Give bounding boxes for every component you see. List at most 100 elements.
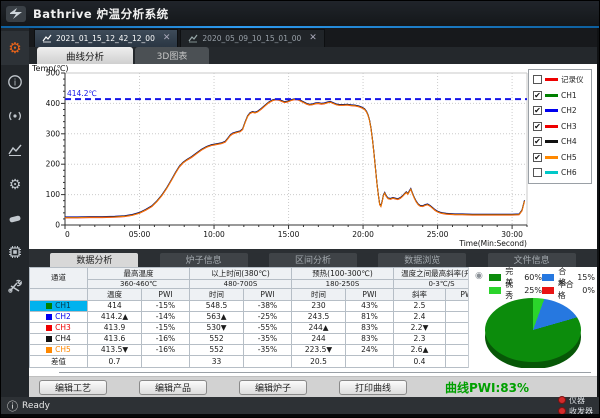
svg-text:0: 0 xyxy=(65,230,70,239)
legend-item-CH6[interactable]: CH6 xyxy=(533,165,591,181)
col-channel: 通道 xyxy=(30,267,88,288)
table-row[interactable]: CH3413.9-15%530▼-55%244▲83%2.2▼ xyxy=(30,322,470,333)
channel-color-square xyxy=(46,314,52,320)
close-icon[interactable]: ✕ xyxy=(309,33,317,43)
channel-cell[interactable]: CH5 xyxy=(30,344,88,355)
channel-data-table: 通道最高温度以上时间(380℃)预热(100-300℃)温度之间最高斜率(升温)… xyxy=(29,267,469,368)
curve-pwi-label: 曲线PWI:83% xyxy=(445,379,529,396)
sidebar-item-chip[interactable] xyxy=(1,235,29,269)
col-range-2: 180-250S xyxy=(292,279,394,288)
pwi-pie-area: ◉完美60%合格15%优秀25%不合格0% xyxy=(469,267,597,368)
sidebar-item-tools[interactable] xyxy=(1,269,29,303)
analysis-tab-4[interactable]: 文件信息 xyxy=(488,253,576,267)
close-icon[interactable]: ✕ xyxy=(163,33,171,43)
channel-cell[interactable]: CH1 xyxy=(30,300,88,311)
channel-name: CH1 xyxy=(55,301,71,310)
channel-cell[interactable]: CH2 xyxy=(30,311,88,322)
legend-color-swatch xyxy=(545,156,558,159)
analysis-tab-3[interactable]: 数据浏览 xyxy=(378,253,466,267)
checkbox-icon[interactable]: ✔ xyxy=(533,153,542,162)
value-cell: 548.5 xyxy=(190,300,244,311)
value-cell: 0.7 xyxy=(88,355,142,367)
analysis-tab-1[interactable]: 炉子信息 xyxy=(160,253,248,267)
channel-color-square xyxy=(46,303,52,309)
temperature-chart[interactable]: 0100200300400500005:0010:0015:0020:0025:… xyxy=(29,64,531,249)
table-header-ranges: 360-460℃480-700S180-250S0-3℃/S xyxy=(30,279,470,288)
table-row[interactable]: CH1414-15%548.5-38%23043%2.5 xyxy=(30,300,470,311)
info-icon: i xyxy=(7,74,23,90)
pwi-pie-chart xyxy=(485,298,581,376)
checkbox-icon[interactable]: ✔ xyxy=(533,106,542,115)
svg-text:15:00: 15:00 xyxy=(278,230,300,239)
channel-cell[interactable]: CH3 xyxy=(30,322,88,333)
svg-text:i: i xyxy=(14,78,17,88)
pie-legend-value: 15% xyxy=(577,273,595,282)
sidebar-item-wireless[interactable] xyxy=(1,99,29,133)
file-tab-0[interactable]: 2021_01_15_12_42_12_00✕ xyxy=(34,29,178,47)
checkbox-icon[interactable]: ✔ xyxy=(533,91,542,100)
sidebar-item-recorder[interactable] xyxy=(1,201,29,235)
file-tab-bar: 2021_01_15_12_42_12_00✕2020_05_09_10_15_… xyxy=(29,28,597,47)
legend-item-CH5[interactable]: ✔CH5 xyxy=(533,150,591,166)
channel-cell[interactable]: 差值 xyxy=(30,355,88,367)
table-row[interactable]: CH5413.5▼-16%552-35%223.5▼24%2.6▲ xyxy=(30,344,470,355)
curve-icon xyxy=(7,142,23,158)
status-indicator-0: 仪器 xyxy=(558,395,593,406)
svg-text:05:00: 05:00 xyxy=(129,230,151,239)
col-group-1: 以上时间(380℃) xyxy=(190,267,292,279)
action-button-0[interactable]: 编辑工艺 xyxy=(39,380,107,395)
action-button-1[interactable]: 编辑产品 xyxy=(139,380,207,395)
sidebar-item-settings-gear[interactable]: ⚙ xyxy=(1,167,29,201)
analysis-tab-0[interactable]: 数据分析 xyxy=(50,253,138,267)
legend-label: 记录仪 xyxy=(561,74,584,85)
pie-legend: ◉完美60%合格15%优秀25%不合格0% xyxy=(475,271,595,297)
col-sub: PWI xyxy=(446,288,470,300)
pie-legend-item-不合格: 不合格0% xyxy=(542,284,595,297)
value-cell: 20.5 xyxy=(292,355,346,367)
sidebar-item-info[interactable]: i xyxy=(1,65,29,99)
legend-item-CH3[interactable]: ✔CH3 xyxy=(533,119,591,135)
table-row[interactable]: CH4413.6-16%552-35%24483%2.3 xyxy=(30,333,470,344)
file-tab-label: 2020_05_09_10_15_01_00 xyxy=(202,34,301,43)
legend-item-CH4[interactable]: ✔CH4 xyxy=(533,134,591,150)
legend-color-swatch xyxy=(545,171,558,174)
channel-cell[interactable]: CH4 xyxy=(30,333,88,344)
value-cell: 413.5▼ xyxy=(88,344,142,355)
legend-item-记录仪[interactable]: 记录仪 xyxy=(533,72,591,88)
pie-legend-swatch xyxy=(542,287,554,294)
analysis-area: 通道最高温度以上时间(380℃)预热(100-300℃)温度之间最高斜率(升温)… xyxy=(29,267,597,368)
legend-item-CH2[interactable]: ✔CH2 xyxy=(533,103,591,119)
curve-file-icon xyxy=(42,34,52,43)
table-scroll-strip[interactable] xyxy=(29,368,597,377)
channel-color-square xyxy=(46,336,52,342)
analysis-tab-2[interactable]: 区间分析 xyxy=(269,253,357,267)
pie-3d-top xyxy=(485,298,581,362)
pwi-cell xyxy=(244,355,292,367)
action-button-3[interactable]: 打印曲线 xyxy=(339,380,407,395)
view-tab-1[interactable]: 3D图表 xyxy=(135,47,209,64)
table-row[interactable]: CH2414.2▲-14%563▲-25%243.581%2.4 xyxy=(30,311,470,322)
pwi-cell: 24% xyxy=(346,344,394,355)
value-cell: 414.2▲ xyxy=(88,311,142,322)
legend-item-CH1[interactable]: ✔CH1 xyxy=(533,88,591,104)
value-cell: 230 xyxy=(292,300,346,311)
action-button-2[interactable]: 编辑炉子 xyxy=(239,380,307,395)
checkbox-icon[interactable]: ✔ xyxy=(533,122,542,131)
checkbox-icon[interactable] xyxy=(533,168,542,177)
checkbox-icon[interactable] xyxy=(533,75,542,84)
channel-name: CH2 xyxy=(55,312,71,321)
data-table-wrap: 通道最高温度以上时间(380℃)预热(100-300℃)温度之间最高斜率(升温)… xyxy=(29,267,469,368)
view-tab-0[interactable]: 曲线分析 xyxy=(37,47,133,64)
table-row[interactable]: 差值0.73320.50.4 xyxy=(30,355,470,367)
value-cell: 2.5 xyxy=(394,300,446,311)
curve-CH3 xyxy=(65,100,525,218)
checkbox-icon[interactable]: ✔ xyxy=(533,137,542,146)
pie-options-icon[interactable]: ◉ xyxy=(475,271,489,297)
sidebar-item-dashboard-gear[interactable]: ⚙ xyxy=(1,31,29,65)
value-cell: 530▼ xyxy=(190,322,244,333)
file-tab-1[interactable]: 2020_05_09_10_15_01_00 ✕ xyxy=(180,29,324,47)
sidebar-item-curve[interactable] xyxy=(1,133,29,167)
col-group-0: 最高温度 xyxy=(88,267,190,279)
window-frame xyxy=(1,414,599,417)
app-window: Bathrive 炉温分析系统 ⚙i⚙ 2021_01_15_12_42_12_… xyxy=(0,0,600,418)
